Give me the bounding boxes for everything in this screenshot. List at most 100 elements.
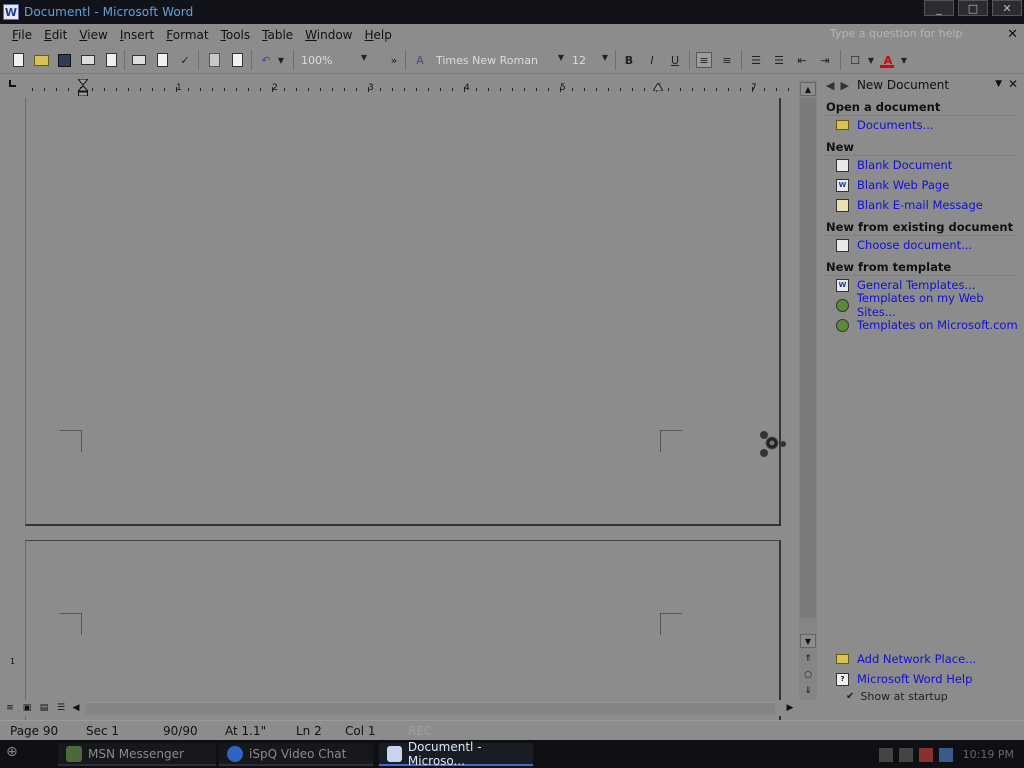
menu-insert[interactable]: Insert (120, 28, 154, 42)
underline-button[interactable]: U (667, 52, 683, 68)
font-color-dropdown[interactable]: ▼ (899, 52, 909, 68)
link-choose-document[interactable]: Choose document... (836, 237, 972, 253)
link-label[interactable]: Templates on my Web Sites... (857, 291, 1024, 319)
forward-arrow-icon[interactable]: ▶ (840, 79, 848, 92)
scroll-right-button[interactable]: ▶ (784, 702, 796, 714)
web-layout-view-button[interactable]: ▣ (21, 702, 33, 714)
word-app-icon[interactable]: W (3, 4, 19, 20)
show-at-startup-checkbox[interactable]: ✔ Show at startup (846, 690, 948, 703)
right-indent-marker[interactable] (653, 83, 663, 91)
status-rec[interactable]: REC (408, 724, 432, 738)
indent-marker-hourglass[interactable] (78, 79, 88, 97)
network-icon[interactable] (898, 747, 913, 762)
vertical-scroll-thumb[interactable] (800, 98, 816, 618)
taskbar-word-document[interactable]: Documentl - Microso... (379, 740, 533, 768)
link-label[interactable]: Documents... (857, 118, 934, 132)
security-icon[interactable] (918, 747, 933, 762)
link-label[interactable]: Choose document... (857, 238, 972, 252)
task-pane-menu-button[interactable]: ▼ (995, 79, 1002, 89)
print-alt-button[interactable] (131, 52, 147, 68)
bold-button[interactable]: B (621, 52, 637, 68)
link-web-site-templates[interactable]: Templates on my Web Sites... (836, 291, 1024, 319)
taskbar-msn-messenger[interactable]: MSN Messenger (58, 743, 216, 766)
next-page-button[interactable]: ⇓ (801, 686, 815, 696)
increase-indent-button[interactable]: ⇥ (817, 52, 833, 68)
document-page[interactable] (25, 98, 781, 526)
outline-view-button[interactable]: ☰ (55, 702, 67, 714)
scroll-down-button[interactable]: ▼ (800, 634, 816, 648)
border-button[interactable]: ☐ (847, 52, 863, 68)
link-blank-document[interactable]: Blank Document (836, 157, 952, 173)
close-window-button[interactable]: ✕ (992, 0, 1022, 16)
minimize-button[interactable]: _ (924, 0, 954, 16)
border-dropdown[interactable]: ▼ (866, 52, 876, 68)
link-label[interactable]: Microsoft Word Help (857, 672, 972, 686)
back-arrow-icon[interactable]: ◀ (826, 79, 834, 92)
align-left-button[interactable]: ≡ (696, 52, 712, 68)
vertical-scrollbar[interactable]: ▲ ▼ ⇑ ○ ⇓ (799, 80, 817, 700)
link-label[interactable]: General Templates... (857, 278, 975, 292)
link-microsoft-templates[interactable]: Templates on Microsoft.com (836, 317, 1018, 333)
task-pane-close-button[interactable]: ✕ (1008, 77, 1018, 91)
styles-button[interactable]: A (412, 52, 428, 68)
menu-tools[interactable]: Tools (221, 28, 251, 42)
print-layout-view-button[interactable]: ▤ (38, 702, 50, 714)
font-name-select[interactable]: Times New Roman ▼ (432, 51, 566, 69)
menu-format[interactable]: Format (166, 28, 208, 42)
scroll-left-button[interactable]: ◀ (70, 702, 82, 714)
link-blank-web-page[interactable]: W Blank Web Page (836, 177, 949, 193)
horizontal-ruler[interactable]: 1 2 3 4 5 6 7 (5, 77, 789, 95)
horizontal-scroll-thumb[interactable] (85, 702, 775, 714)
toolbar-overflow-button[interactable]: » (386, 52, 402, 68)
link-label[interactable]: Templates on Microsoft.com (857, 318, 1018, 332)
horizontal-scrollbar[interactable]: ≡ ▣ ▤ ☰ ◀ ▶ (0, 700, 799, 716)
taskbar-video-chat[interactable]: iSpQ Video Chat (219, 743, 373, 766)
open-button[interactable] (33, 52, 49, 68)
undo-dropdown[interactable]: ▼ (276, 52, 286, 68)
menu-view[interactable]: View (79, 28, 107, 42)
normal-view-button[interactable]: ≡ (4, 702, 16, 714)
numbering-button[interactable]: ☰ (748, 52, 764, 68)
paste-button[interactable] (229, 52, 245, 68)
link-blank-email[interactable]: Blank E-mail Message (836, 197, 983, 213)
bullets-button[interactable]: ☰ (771, 52, 787, 68)
font-color-button[interactable]: A (880, 52, 896, 68)
previous-page-button[interactable]: ⇑ (801, 654, 815, 664)
menu-edit[interactable]: Edit (44, 28, 67, 42)
save-button[interactable] (56, 52, 72, 68)
link-label[interactable]: Blank E-mail Message (857, 198, 983, 212)
link-documents[interactable]: Documents... (836, 117, 934, 133)
font-size-select[interactable]: 12 ▼ (568, 51, 610, 69)
select-browse-object-button[interactable]: ○ (801, 670, 815, 680)
close-document-button[interactable]: ✕ (1007, 27, 1018, 42)
link-label[interactable]: Blank Web Page (857, 178, 949, 192)
maximize-button[interactable]: □ (958, 0, 988, 16)
new-document-button[interactable] (10, 52, 26, 68)
tab-selector-icon[interactable] (9, 80, 16, 87)
link-label[interactable]: Blank Document (857, 158, 952, 172)
document-page-next[interactable] (25, 540, 781, 720)
volume-icon[interactable] (938, 747, 953, 762)
link-label[interactable]: Add Network Place... (857, 652, 976, 666)
decrease-indent-button[interactable]: ⇤ (794, 52, 810, 68)
print-preview-button[interactable] (103, 52, 119, 68)
preview-alt-button[interactable] (154, 52, 170, 68)
align-center-button[interactable]: ≡ (719, 52, 735, 68)
help-question-input[interactable]: Type a question for help (824, 27, 990, 43)
start-button[interactable]: ⊕ (6, 744, 46, 764)
scroll-up-button[interactable]: ▲ (800, 82, 816, 96)
spelling-button[interactable]: ✓ (177, 52, 193, 68)
menu-help[interactable]: Help (365, 28, 392, 42)
keyboard-icon[interactable] (878, 747, 893, 762)
italic-button[interactable]: I (644, 52, 660, 68)
menu-table[interactable]: Table (262, 28, 293, 42)
undo-button[interactable]: ↶ (258, 52, 274, 68)
taskbar-clock[interactable]: 10:19 PM (963, 748, 1014, 761)
zoom-select[interactable]: 100% ▼ (297, 51, 369, 69)
menu-file[interactable]: File (12, 28, 32, 42)
link-word-help[interactable]: ? Microsoft Word Help (836, 671, 972, 687)
link-add-network-place[interactable]: Add Network Place... (836, 651, 976, 667)
copy-button[interactable] (206, 52, 222, 68)
menu-window[interactable]: Window (305, 28, 352, 42)
print-button[interactable] (80, 52, 96, 68)
